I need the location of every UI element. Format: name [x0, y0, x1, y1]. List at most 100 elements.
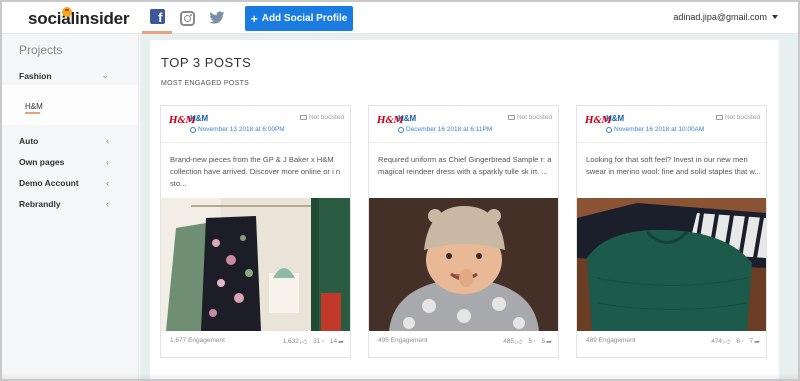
- post-date-text: December 16 2018 at 6:11PM: [406, 126, 493, 133]
- sidebar-subsection: H&M: [2, 85, 138, 125]
- boost-status: Not boosted: [715, 114, 760, 121]
- subitem-underline: [25, 112, 40, 114]
- post-footer: 1,677 Engagement 1,632 👍︎ 31 ◦ 14 ➦: [161, 337, 350, 351]
- projects-title: Projects: [19, 43, 63, 57]
- comment-icon: ◦: [533, 338, 536, 345]
- clock-icon: [606, 126, 612, 133]
- add-social-profile-button[interactable]: + Add Social Profile: [245, 6, 353, 31]
- app-logo[interactable]: socialinsider: [28, 9, 130, 29]
- post-stats: 485 👍︎ 5 ◦ 5 ➦: [503, 337, 552, 346]
- post-date-text: November 16 2018 at 10:00AM: [614, 126, 705, 133]
- post-caption: Required uniform as Chief Gingerbread Sa…: [378, 155, 552, 176]
- shares-count: 7: [749, 338, 754, 345]
- post-image[interactable]: [161, 198, 350, 331]
- sidebar-item-label: Fashion: [19, 70, 52, 81]
- post-image[interactable]: [577, 198, 766, 331]
- facebook-icon: f: [149, 9, 165, 24]
- post-card[interactable]: H&M H&M November 13 2018 at 6:00PM Not b…: [160, 105, 351, 358]
- sidebar-item-fashion[interactable]: Fashion ⌄: [19, 70, 109, 81]
- instagram-icon: [179, 10, 195, 26]
- sidebar-subitem-hm[interactable]: H&M: [25, 102, 43, 111]
- post-footer: 495 Engagement 485 👍︎ 5 ◦ 5 ➦: [369, 337, 558, 351]
- boost-status-text: Not boosted: [308, 114, 344, 121]
- tab-twitter[interactable]: [202, 2, 232, 34]
- credit-card-icon: [299, 115, 307, 120]
- shares-stat: 7 ➦: [750, 338, 761, 346]
- sidebar-item-rebrandly[interactable]: Rebrandly ‹: [19, 199, 109, 209]
- chevron-left-icon: ‹: [106, 157, 109, 167]
- post-header: H&M H&M November 16 2018 at 10:00AM Not …: [577, 106, 766, 143]
- app-window: socialinsider f + Add Social Profile adi…: [0, 0, 800, 381]
- post-date[interactable]: November 13 2018 at 6:00PM: [190, 126, 285, 133]
- post-caption: Brand-new pieces from the GP & J Baker x…: [170, 155, 341, 188]
- caret-down-icon: [772, 15, 778, 19]
- chevron-left-icon: ‹: [106, 199, 109, 209]
- likes-count: 485: [503, 338, 515, 345]
- post-stats: 1,632 👍︎ 31 ◦ 14 ➦: [283, 337, 344, 346]
- post-caption: Looking for that soft feel? Invest in ou…: [586, 155, 761, 176]
- comment-icon: ◦: [321, 338, 324, 345]
- post-photo-sweaters: [577, 198, 766, 331]
- user-menu[interactable]: adinad.jipa@gmail.com: [673, 12, 778, 22]
- comments-count: 8: [736, 338, 741, 345]
- tab-facebook[interactable]: f: [142, 2, 172, 34]
- sidebar-item-label: Own pages: [19, 157, 65, 167]
- post-stats: 474 👍︎ 8 ◦ 7 ➦: [711, 337, 760, 346]
- engagement-count: 489 Engagement: [586, 337, 636, 344]
- plus-icon: +: [250, 11, 258, 26]
- sidebar-item-demo-account[interactable]: Demo Account ‹: [19, 178, 109, 188]
- post-footer: 489 Engagement 474 👍︎ 8 ◦ 7 ➦: [577, 337, 766, 351]
- post-card[interactable]: H&M H&M November 16 2018 at 10:00AM Not …: [576, 105, 767, 358]
- sidebar-item-auto[interactable]: Auto ‹: [19, 136, 109, 146]
- sidebar-item-own-pages[interactable]: Own pages ‹: [19, 157, 109, 167]
- sidebar: Projects Fashion ⌄ H&M Auto ‹ Own pages …: [2, 34, 139, 379]
- shares-stat: 14 ➦: [330, 338, 344, 346]
- clock-icon: [190, 126, 196, 133]
- logo-emoji-icon: [62, 7, 72, 17]
- clock-icon: [398, 126, 404, 133]
- top-bar: socialinsider f + Add Social Profile adi…: [2, 2, 798, 34]
- thumbs-up-icon: 👍︎: [515, 339, 523, 346]
- page-name[interactable]: H&M: [190, 114, 208, 123]
- share-icon: ➦: [338, 338, 344, 346]
- comment-icon: ◦: [741, 338, 744, 345]
- comments-count: 31: [313, 338, 321, 345]
- page-name[interactable]: H&M: [606, 114, 624, 123]
- page-name[interactable]: H&M: [398, 114, 416, 123]
- likes-stat: 1,632 👍︎: [283, 337, 308, 346]
- boost-status: Not boosted: [299, 114, 344, 121]
- page-subtitle: MOST ENGAGED POSTS: [161, 80, 250, 87]
- post-card[interactable]: H&M H&M December 16 2018 at 6:11PM Not b…: [368, 105, 559, 358]
- chevron-down-icon: ⌄: [101, 70, 109, 80]
- thumbs-up-icon: 👍︎: [299, 339, 308, 346]
- post-header: H&M H&M December 16 2018 at 6:11PM Not b…: [369, 106, 558, 143]
- sidebar-item-label: Demo Account: [19, 178, 79, 188]
- likes-stat: 485 👍︎: [503, 337, 522, 346]
- post-date[interactable]: November 16 2018 at 10:00AM: [606, 126, 704, 133]
- chevron-left-icon: ‹: [106, 136, 109, 146]
- comments-stat: 31 ◦: [313, 338, 324, 345]
- share-icon: ➦: [546, 338, 552, 346]
- comments-stat: 5 ◦: [528, 338, 535, 345]
- likes-count: 474: [711, 338, 723, 345]
- boost-status-text: Not boosted: [516, 114, 552, 121]
- post-date[interactable]: December 16 2018 at 6:11PM: [398, 126, 492, 133]
- post-image[interactable]: [369, 198, 558, 331]
- comments-stat: 8 ◦: [736, 338, 743, 345]
- credit-card-icon: [715, 115, 723, 120]
- post-photo-fashion: [161, 198, 350, 331]
- engagement-count: 495 Engagement: [378, 337, 428, 344]
- sidebar-item-label: Auto: [19, 136, 39, 146]
- share-icon: ➦: [754, 338, 760, 346]
- boost-status-text: Not boosted: [724, 114, 760, 121]
- add-social-profile-label: Add Social Profile: [261, 13, 348, 24]
- thumbs-up-icon: 👍︎: [723, 339, 731, 346]
- chevron-left-icon: ‹: [106, 178, 109, 188]
- post-date-text: November 13 2018 at 6:00PM: [198, 126, 285, 133]
- credit-card-icon: [507, 115, 515, 120]
- likes-count: 1,632: [282, 338, 299, 345]
- tab-instagram[interactable]: [172, 2, 202, 34]
- post-header: H&M H&M November 13 2018 at 6:00PM Not b…: [161, 106, 350, 143]
- top-posts-panel: TOP 3 POSTS MOST ENGAGED POSTS H&M H&M N…: [150, 40, 779, 379]
- post-photo-baby: [369, 198, 558, 331]
